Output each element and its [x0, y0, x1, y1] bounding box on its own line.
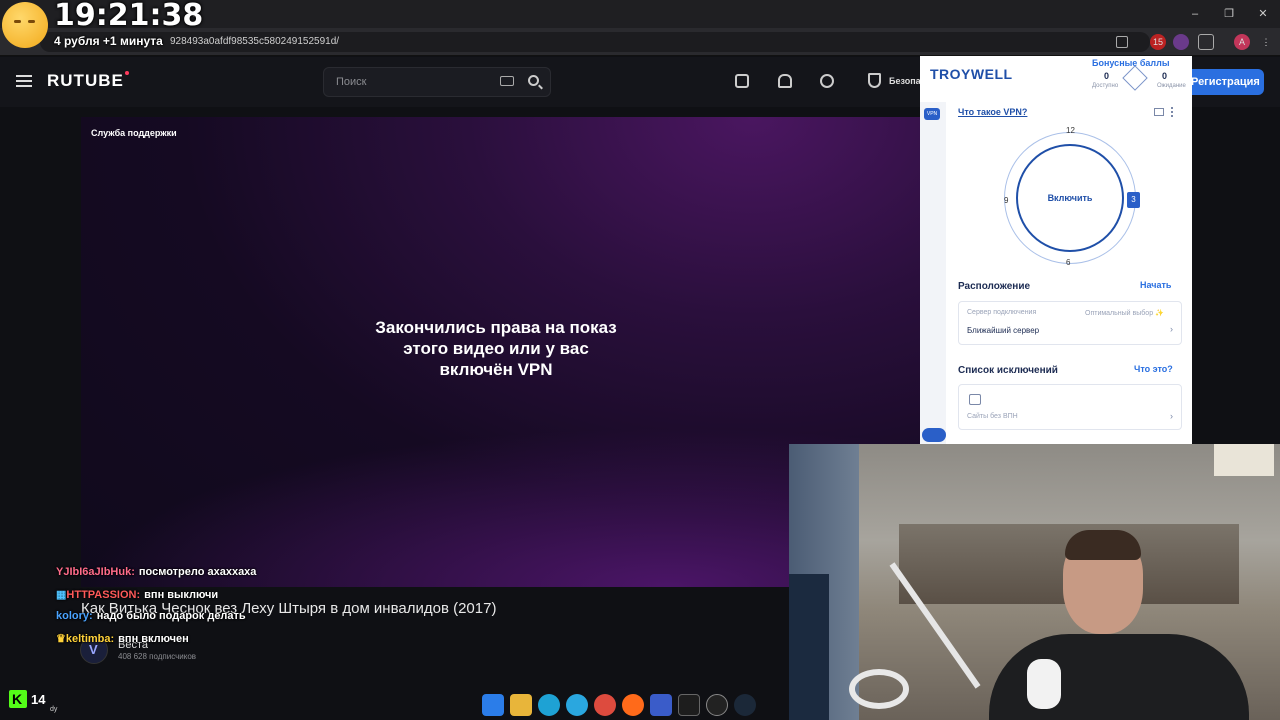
dial-label-top: 12 — [1066, 126, 1075, 135]
channel-subscribers: 408 628 подписчиков — [118, 652, 197, 661]
bonus-waiting-label: Ожидание — [1157, 83, 1186, 89]
profile-avatar[interactable]: A — [1234, 34, 1250, 50]
server-optimal-label: Оптимальный выбор ✨ — [1085, 310, 1164, 317]
chat-text: впн выключи — [144, 589, 219, 601]
diamond-icon — [1122, 65, 1148, 91]
webcam-feed — [789, 444, 1280, 720]
browser-menu-icon[interactable]: ⋮ — [1258, 34, 1274, 50]
site-logo[interactable]: RUTUBE — [47, 71, 129, 91]
search-icon[interactable] — [528, 75, 539, 86]
site-list-icon — [969, 394, 981, 405]
file-explorer-icon[interactable] — [510, 694, 532, 716]
what-is-vpn-link[interactable]: Что такое VPN? — [958, 107, 1027, 117]
bonus-available-label: Доступно — [1092, 83, 1119, 89]
viewer-count: 14 — [31, 692, 46, 707]
chat-text: надо было подарок делать — [96, 610, 246, 622]
emoji-avatar — [2, 2, 48, 48]
start-link[interactable]: Начать — [1140, 280, 1171, 290]
vpn-mode-toggle[interactable] — [922, 428, 946, 442]
chat-badge: ▦ — [56, 589, 67, 601]
bonus-waiting-value: 0 — [1162, 71, 1168, 81]
close-button[interactable]: ✕ — [1246, 0, 1280, 28]
secure-mode-label[interactable]: Безопа — [889, 76, 921, 86]
webcam-microphone — [1027, 659, 1061, 709]
extensions-puzzle-icon[interactable] — [1198, 34, 1214, 50]
bonus-points-title[interactable]: Бонусные баллы — [1092, 58, 1170, 68]
telegram-icon[interactable] — [566, 694, 588, 716]
dial-label-right: 3 — [1127, 192, 1140, 208]
vpn-connect-button[interactable]: Включить — [1016, 144, 1124, 252]
vpn-logo: TROYWELL — [930, 66, 1013, 82]
server-value: Ближайший сервер — [967, 326, 1040, 335]
steam-icon[interactable] — [734, 694, 756, 716]
dial-label-bottom: 6 — [1066, 258, 1071, 267]
theme-toggle-icon[interactable] — [820, 74, 834, 88]
chat-text: впн включен — [118, 633, 189, 645]
map-icon[interactable] — [1154, 108, 1164, 116]
dial-label-left: 9 — [1004, 196, 1009, 205]
url-text: 928493a0afdf98535c580249152591d/ — [170, 36, 340, 47]
chat-nick: HTTPASSION: — [66, 589, 141, 601]
minimize-button[interactable]: – — [1178, 0, 1212, 28]
exclusions-selector[interactable]: Сайты без ВПН › — [958, 384, 1182, 430]
keyboard-icon[interactable] — [500, 76, 514, 86]
webcam-person-hair — [1065, 530, 1141, 560]
chat-message: ▦HTTPASSION: впн выключи — [56, 588, 218, 601]
overlay-clock: 19:21:38 — [54, 0, 204, 33]
upload-icon[interactable] — [735, 74, 749, 88]
webcam-sign — [1214, 444, 1274, 476]
chevron-right-icon: › — [1170, 324, 1173, 334]
bell-icon[interactable] — [778, 74, 792, 88]
support-link[interactable]: Служба поддержки — [91, 128, 177, 138]
app-icon[interactable] — [622, 694, 644, 716]
chat-badge: ♛ — [56, 633, 66, 645]
viewer-count-sub: dy — [50, 706, 58, 713]
menu-icon[interactable] — [16, 75, 32, 87]
vpn-connect-label: Включить — [1047, 193, 1093, 203]
taskbar — [470, 690, 790, 720]
search-input[interactable]: Поиск — [336, 76, 366, 88]
whats-that-link[interactable]: Что это? — [1134, 364, 1173, 374]
maximize-button[interactable]: ❐ — [1212, 0, 1246, 28]
vpn-badge[interactable]: VPN — [924, 108, 940, 120]
vpn-extension-icon[interactable] — [1173, 34, 1189, 50]
settings-app-icon[interactable] — [706, 694, 728, 716]
overlay-subtitle: 4 рубля +1 минута — [54, 34, 163, 48]
vpn-sidebar: VPN — [920, 102, 946, 444]
chat-nick: kolory: — [56, 610, 93, 622]
chat-message: kolory: надо было подарок делать — [56, 610, 246, 622]
chat-nick: YJIbI6aJIbHuk: — [56, 566, 135, 578]
player-error-message: Закончились права на показ этого видео и… — [375, 318, 617, 379]
exclusions-title: Список исключений — [958, 365, 1058, 376]
chat-message: ♛keltimba: впн включен — [56, 632, 189, 645]
chrome-icon[interactable] — [594, 694, 616, 716]
bookmark-star-icon[interactable] — [1116, 36, 1128, 48]
server-selector[interactable]: Сервер подключения Оптимальный выбор ✨ Б… — [958, 301, 1182, 345]
server-label: Сервер подключения — [967, 309, 1037, 316]
vpn-popup: TROYWELL Бонусные баллы 0 Доступно 0 Ожи… — [920, 56, 1192, 444]
exclusions-placeholder: Сайты без ВПН — [967, 413, 1018, 420]
stats-app-icon[interactable] — [650, 694, 672, 716]
chevron-right-icon: › — [1170, 411, 1173, 421]
edge-browser-icon[interactable] — [538, 694, 560, 716]
kick-logo — [9, 690, 27, 708]
extension-badge-icon[interactable]: 15 — [1150, 34, 1166, 50]
location-title: Расположение — [958, 281, 1031, 292]
register-button[interactable]: Регистрация — [1185, 69, 1264, 95]
chat-text: посмотрело ахаххаха — [138, 566, 257, 578]
bonus-available-value: 0 — [1104, 71, 1110, 81]
webcam-ring-light — [849, 669, 909, 709]
chat-message: YJIbI6aJIbHuk: посмотрело ахаххаха — [56, 566, 256, 578]
search-box[interactable]: Поиск — [323, 67, 551, 97]
obs-icon[interactable] — [678, 694, 700, 716]
webcam-monitor — [789, 574, 829, 720]
windows-start-icon[interactable] — [482, 694, 504, 716]
shield-icon[interactable] — [868, 73, 881, 88]
window-controls: – ❐ ✕ — [1178, 0, 1280, 28]
url-field[interactable]: 928493a0afdf98535c580249152591d/ — [40, 32, 1150, 52]
chat-nick: keltimba: — [65, 633, 115, 645]
share-icon[interactable] — [1171, 107, 1181, 117]
